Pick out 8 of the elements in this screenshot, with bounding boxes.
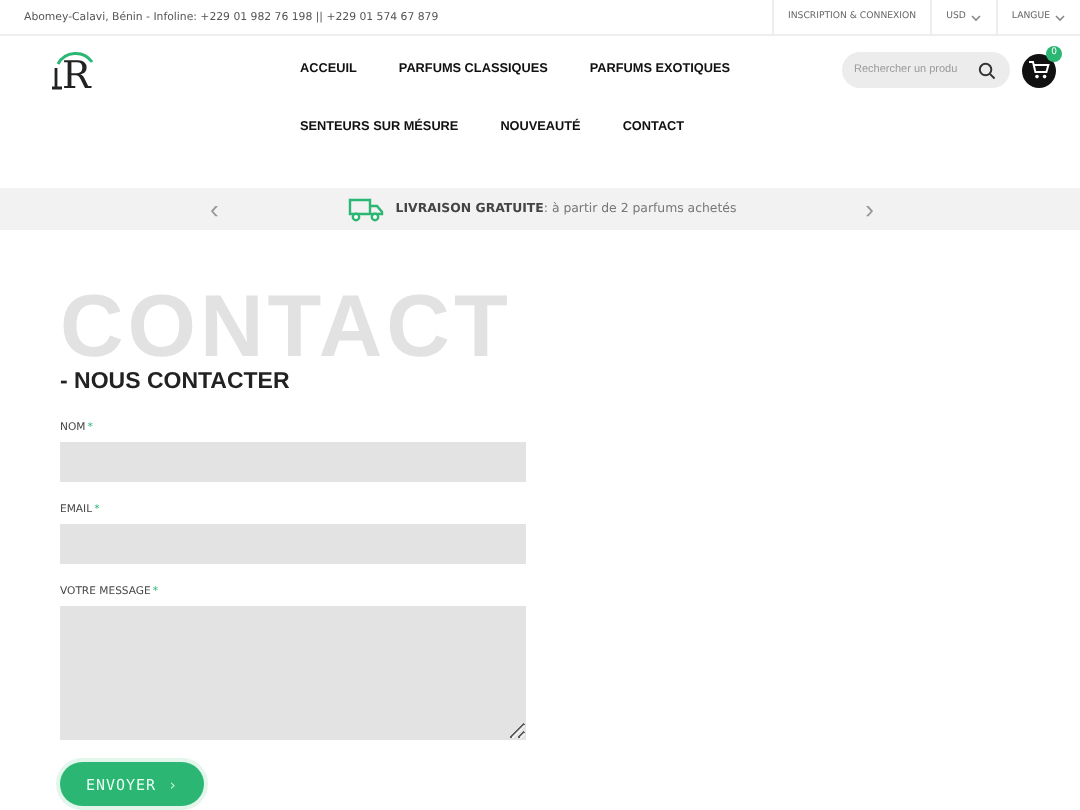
cart-icon — [1028, 60, 1050, 80]
input-field[interactable] — [60, 442, 526, 482]
truck-icon — [347, 196, 384, 222]
logo[interactable]: R — [48, 48, 96, 100]
search-icon[interactable] — [978, 61, 996, 79]
section-heading: - NOUS CONTACTER — [60, 370, 292, 394]
input-field[interactable] — [60, 524, 526, 564]
message-field[interactable] — [60, 606, 526, 740]
